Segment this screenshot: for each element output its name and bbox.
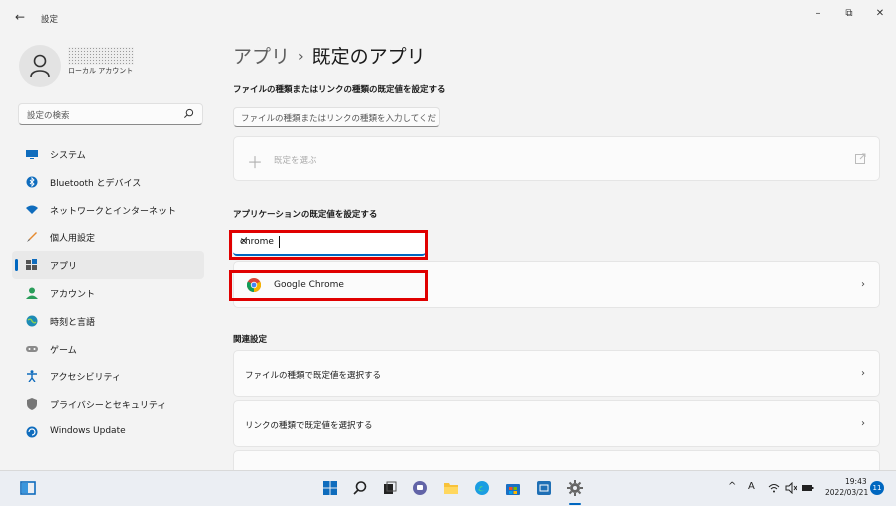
globe-clock-icon [26,315,38,327]
brush-icon [27,232,37,243]
store-icon[interactable] [505,480,521,496]
related-item-label: ファイルの種類で既定値を選択する [245,371,382,381]
teams-chat-icon[interactable] [412,480,428,496]
sidebar-item-label: アプリ [50,262,78,273]
user-name-redacted [68,47,134,65]
start-icon[interactable] [322,480,338,496]
choose-default-label: 既定を選ぶ [274,156,317,166]
shield-icon [27,398,37,411]
sidebar-item-label: ゲーム [50,345,77,356]
accessibility-icon [27,370,37,383]
sidebar-item-privacy[interactable]: プライバシーとセキュリティ [12,390,204,418]
filetype-section-label: ファイルの種類またはリンクの種類の既定値を設定する [233,85,446,95]
filetype-placeholder: ファイルの種類またはリンクの種類を入力してください [241,114,437,124]
sidebar-item-gaming[interactable]: ゲーム [12,335,204,363]
breadcrumb: アプリ › 既定のアプリ [233,42,426,69]
app-icon[interactable] [536,480,552,496]
sidebar-item-label: アクセシビリティ [50,373,122,384]
sidebar-item-bluetooth[interactable]: Bluetooth とデバイス [12,168,204,196]
taskbar: ^ A 19:43 2022/03/21 11 [0,470,896,506]
settings-search-input[interactable]: 設定の検索 [18,103,203,125]
ime-indicator[interactable]: A [748,481,755,492]
bluetooth-icon [26,176,38,188]
sidebar-item-label: Windows Update [50,425,126,436]
related-filetype-defaults[interactable]: ファイルの種類で既定値を選択する › [233,350,880,397]
gamepad-icon [26,345,38,352]
sidebar-item-label: プライバシーとセキュリティ [50,401,167,412]
sidebar-item-label: アカウント [50,289,96,300]
close-button[interactable]: ✕ [865,6,895,22]
sidebar-item-label: 個人用設定 [50,234,96,245]
plus-icon: ＋ [247,153,264,172]
active-app-indicator [569,503,581,505]
sidebar-nav: システム Bluetooth とデバイス ネットワークとインターネット 個人用設… [12,140,204,446]
avatar[interactable] [19,45,61,87]
breadcrumb-parent[interactable]: アプリ [233,46,290,68]
account-type: ローカル アカウント [68,67,134,75]
choose-default-card: ＋ 既定を選ぶ [233,136,880,181]
tray-overflow-button[interactable]: ^ [728,481,736,492]
restore-button[interactable]: ⧉ [834,6,864,22]
app-section-label: アプリケーションの既定値を設定する [233,210,378,220]
related-linktype-defaults[interactable]: リンクの種類で既定値を選択する › [233,400,880,447]
chevron-right-icon: › [861,418,865,429]
update-icon [26,426,38,438]
chevron-right-icon: › [861,279,865,290]
edge-icon[interactable] [474,480,490,496]
wifi-icon[interactable] [768,482,780,494]
minimize-button[interactable]: – [803,6,833,22]
sidebar-item-system[interactable]: システム [12,140,204,168]
clock-date[interactable]: 2022/03/21 [825,488,868,497]
title-bar: ← 設定 – ⧉ ✕ [0,0,896,32]
sidebar-item-label: ネットワークとインターネット [50,206,177,217]
sidebar-item-time-language[interactable]: 時刻と言語 [12,307,204,335]
notification-badge[interactable]: 11 [870,481,884,495]
monitor-icon [26,150,38,159]
search-icon[interactable] [183,108,194,119]
highlight-box-search [229,230,428,260]
sidebar-item-accessibility[interactable]: アクセシビリティ [12,362,204,390]
file-explorer-icon[interactable] [443,480,459,496]
sidebar-item-label: 時刻と言語 [50,317,96,328]
search-placeholder: 設定の検索 [27,111,70,121]
open-external-icon [855,153,866,164]
wifi-icon [26,205,38,214]
person-icon [26,287,38,299]
window-title: 設定 [41,15,59,25]
widgets-icon[interactable] [20,480,36,496]
sidebar-item-accounts[interactable]: アカウント [12,279,204,307]
person-icon [30,54,50,78]
sidebar-item-label: Bluetooth とデバイス [50,178,142,189]
related-settings-title: 関連設定 [233,335,268,345]
filetype-search-input[interactable]: ファイルの種類またはリンクの種類を入力してください [233,107,440,127]
chevron-right-icon: › [861,368,865,379]
sidebar-item-label: システム [50,151,86,161]
clock-time[interactable]: 19:43 [845,477,867,486]
related-item-label: リンクの種類で既定値を選択する [245,421,373,431]
speaker-muted-icon[interactable] [785,482,797,494]
battery-icon[interactable] [801,482,814,494]
task-view-icon[interactable] [382,480,398,496]
page-title: 既定のアプリ [311,46,426,68]
sidebar-item-windows-update[interactable]: Windows Update [12,418,204,446]
highlight-box-result [229,270,428,301]
sidebar-item-network[interactable]: ネットワークとインターネット [12,196,204,224]
back-button[interactable]: ← [15,10,29,24]
sidebar-item-apps[interactable]: アプリ [12,251,204,279]
breadcrumb-separator: › [298,49,304,65]
sidebar-item-personalization[interactable]: 個人用設定 [12,223,204,251]
apps-icon [26,259,37,271]
settings-gear-icon[interactable] [567,480,583,496]
search-icon[interactable] [352,480,368,496]
